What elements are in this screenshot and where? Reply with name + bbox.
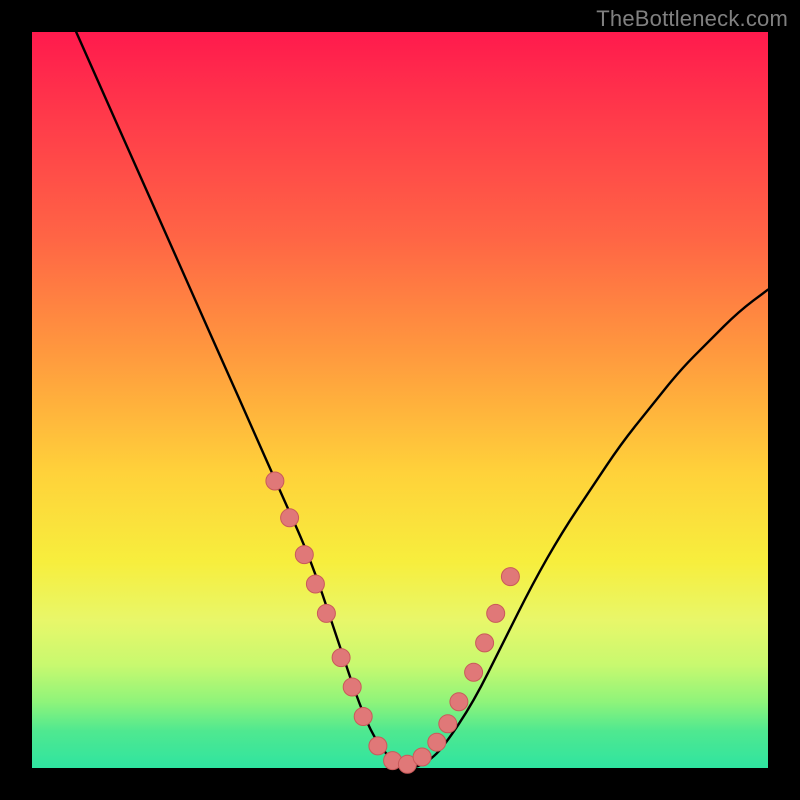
marker-dot: [465, 663, 483, 681]
marker-dot: [343, 678, 361, 696]
marker-dot: [295, 546, 313, 564]
marker-group: [266, 472, 520, 773]
marker-dot: [332, 649, 350, 667]
marker-dot: [354, 708, 372, 726]
curve-svg: [32, 32, 768, 768]
marker-dot: [281, 509, 299, 527]
chart-frame: TheBottleneck.com: [0, 0, 800, 800]
watermark-text: TheBottleneck.com: [596, 6, 788, 32]
marker-dot: [413, 748, 431, 766]
marker-dot: [476, 634, 494, 652]
marker-dot: [487, 604, 505, 622]
marker-dot: [306, 575, 324, 593]
marker-dot: [501, 568, 519, 586]
marker-dot: [266, 472, 284, 490]
marker-dot: [428, 733, 446, 751]
marker-dot: [450, 693, 468, 711]
marker-dot: [317, 604, 335, 622]
marker-dot: [369, 737, 387, 755]
marker-dot: [439, 715, 457, 733]
bottleneck-curve: [76, 32, 768, 768]
plot-area: [32, 32, 768, 768]
